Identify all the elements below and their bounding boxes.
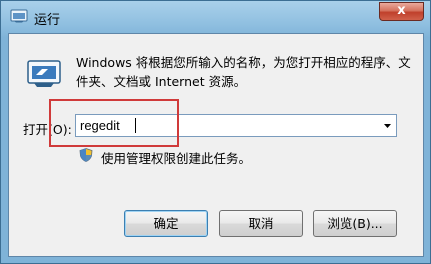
uac-shield-icon xyxy=(79,148,93,162)
title-bar[interactable]: 运行 x xyxy=(1,1,430,33)
run-dialog-window: 运行 x Windows 将根据您所输入的名称，为您打开相应的程序、文件夹、文档… xyxy=(0,0,431,264)
annotation-highlight-box xyxy=(49,99,179,147)
close-button[interactable]: x xyxy=(379,2,424,21)
cancel-button[interactable]: 取消 xyxy=(219,210,303,237)
dialog-body: Windows 将根据您所输入的名称，为您打开相应的程序、文件夹、文档或 Int… xyxy=(8,33,424,257)
dropdown-arrow-icon[interactable] xyxy=(379,115,396,136)
window-title: 运行 xyxy=(34,13,61,28)
dialog-description: Windows 将根据您所输入的名称，为您打开相应的程序、文件夹、文档或 Int… xyxy=(76,55,411,89)
run-app-icon xyxy=(10,9,28,23)
browse-button[interactable]: 浏览(B)... xyxy=(313,210,397,237)
run-program-icon xyxy=(27,60,61,87)
admin-privilege-note: 使用管理权限创建此任务。 xyxy=(101,151,252,166)
ok-button[interactable]: 确定 xyxy=(124,210,208,237)
